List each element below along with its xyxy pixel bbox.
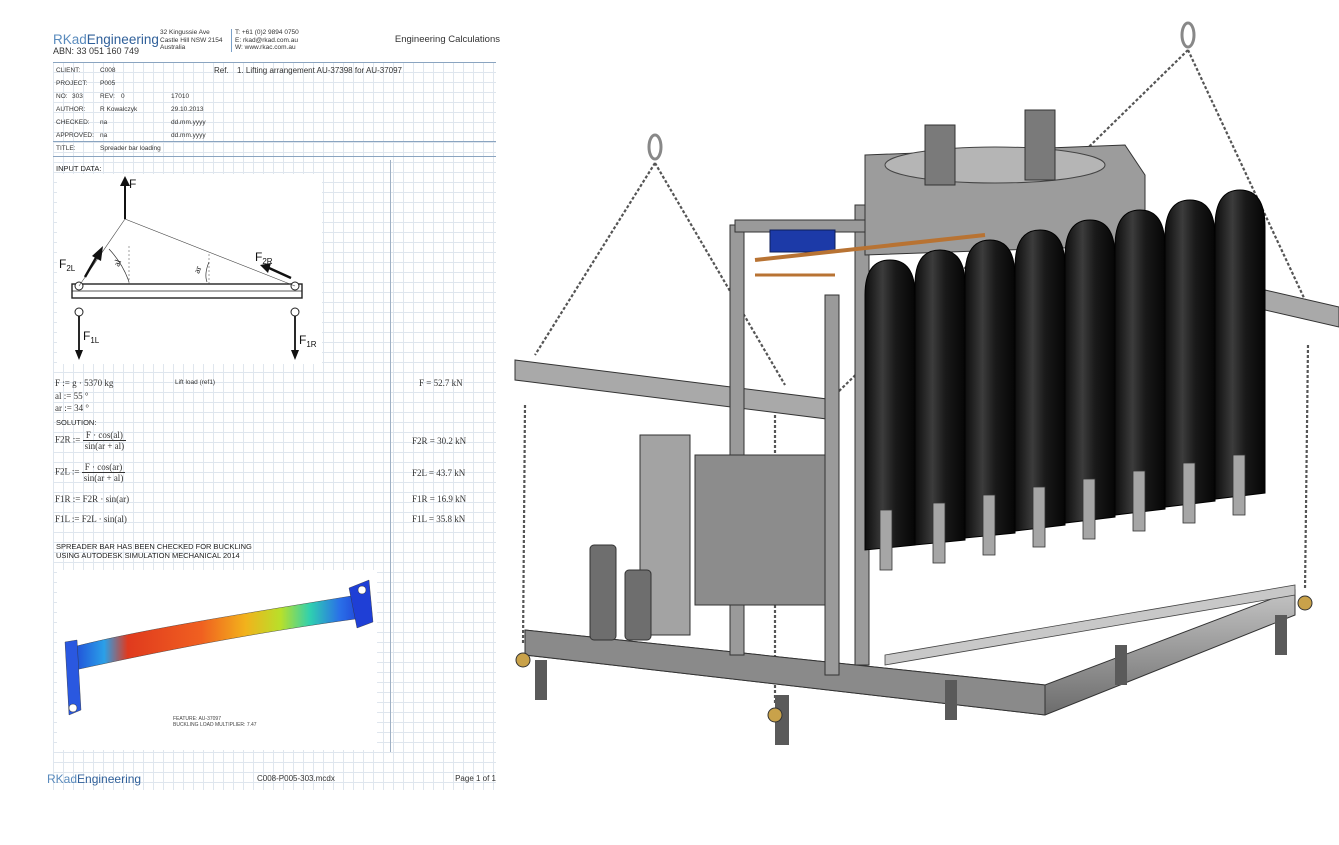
ar-definition: ar := 34 °	[55, 403, 89, 413]
equation-fraction: F · cos(ar) sin(ar + al)	[81, 462, 126, 483]
rev-label: REV:	[100, 93, 115, 100]
author-date: 29.10.2013	[171, 106, 204, 113]
fraction-denominator: sin(ar + al)	[83, 473, 124, 483]
author-value: R Kowalczyk	[100, 106, 138, 113]
divider	[53, 141, 496, 142]
address-line: Castle Hill NSW 2154	[160, 36, 223, 44]
divider	[53, 62, 496, 63]
fraction-denominator: sin(ar + al)	[84, 441, 125, 451]
approved-label: APPROVED:	[56, 132, 94, 139]
equation-lhs: F2L :=	[55, 466, 80, 477]
company-contact: T: +61 (0)2 9894 0750 E: rkad@rkad.com.a…	[231, 29, 299, 52]
contact-line: W: www.rkac.com.au	[235, 44, 296, 51]
footer-page-number: Page 1 of 1	[455, 774, 496, 783]
tank-module	[589, 434, 826, 641]
footer-logo: RKadEngineering	[47, 772, 141, 786]
title-label: TITLE:	[56, 145, 76, 152]
approved-date: dd.mm.yyyy	[171, 132, 206, 139]
rev-date: 17010	[171, 93, 190, 100]
fea-caption-line: BUCKLING LOAD MULTIPLIER: 7.47	[173, 722, 257, 728]
checked-value: na	[100, 119, 108, 126]
document-type: Engineering Calculations	[394, 34, 500, 45]
equation-f1r: F1R := F2R · sin(ar)	[55, 494, 130, 504]
label-f: F	[129, 177, 136, 191]
company-address: 32 Kingussie Ave Castle Hill NSW 2154 Au…	[160, 29, 223, 52]
input-data-heading: INPUT DATA:	[56, 164, 102, 173]
project-value: P005	[100, 80, 116, 87]
ref-value: 1. Lifting arrangement AU-37398 for AU-3…	[237, 66, 402, 75]
title-value: Spreader bar loading	[100, 145, 161, 152]
no-label: NO:	[56, 93, 68, 100]
f-definition: F := g · 5370 kg	[55, 378, 113, 388]
solution-heading: SOLUTION:	[56, 418, 97, 427]
result-f2r: F2R = 30.2 kN	[412, 436, 467, 446]
address-line: 32 Kingussie Ave	[160, 29, 210, 36]
equation-f2l: F2L := F · cos(ar) sin(ar + al)	[55, 462, 126, 483]
address-line: Australia	[160, 44, 186, 51]
company-logo: RKadEngineering	[53, 32, 159, 47]
project-label: PROJECT:	[56, 80, 88, 87]
divider	[53, 156, 496, 157]
logo-prefix: RKad	[53, 32, 87, 47]
shackles	[647, 21, 1196, 161]
checked-label: CHECKED:	[56, 119, 90, 126]
client-value: C008	[100, 67, 116, 74]
equation-lhs: F2R :=	[55, 434, 81, 445]
result-f1r: F1R = 16.9 kN	[412, 494, 467, 504]
ref-label: Ref.	[214, 66, 229, 75]
approved-value: na	[100, 132, 108, 139]
author-label: AUTHOR:	[56, 106, 86, 113]
equation-f1l: F1L := F2L · sin(al)	[55, 514, 127, 524]
f-result: F = 52.7 kN	[419, 378, 463, 388]
footer-filename: C008-P005-303.mcdx	[257, 774, 335, 783]
lug-hole	[68, 703, 78, 713]
fea-caption: FEATURE: AU-37097 BUCKLING LOAD MULTIPLI…	[173, 716, 257, 728]
footer-logo-prefix: RKad	[47, 772, 78, 786]
fraction-numerator: F · cos(al)	[82, 430, 127, 441]
no-value: 303	[72, 93, 83, 100]
rev-value: 0	[121, 93, 125, 100]
note-line: SPREADER BAR HAS BEEN CHECKED FOR BUCKLI…	[56, 542, 252, 551]
fraction-numerator: F · cos(ar)	[81, 462, 126, 473]
column-divider	[390, 160, 391, 752]
result-f1l: F1L = 35.8 kN	[412, 514, 466, 524]
footer-logo-suffix: Engineering	[77, 772, 142, 786]
f-comment: Lift load (ref1)	[175, 379, 216, 386]
force-diagram: F F2L F2R F1L F1R al ar	[57, 174, 322, 364]
calculation-sheet: RKadEngineering ABN: 33 051 160 749 32 K…	[47, 22, 502, 794]
client-label: CLIENT:	[56, 67, 81, 74]
note-line: USING AUTODESK SIMULATION MECHANICAL 201…	[56, 551, 240, 560]
contact-line: E: rkad@rkad.com.au	[235, 36, 298, 44]
equation-f2r: F2R := F · cos(al) sin(ar + al)	[55, 430, 127, 451]
buckling-note: SPREADER BAR HAS BEEN CHECKED FOR BUCKLI…	[56, 542, 252, 560]
lifting-assembly-render	[514, 21, 1339, 745]
contact-line: T: +61 (0)2 9894 0750	[235, 29, 299, 36]
equation-fraction: F · cos(al) sin(ar + al)	[82, 430, 127, 451]
al-definition: al := 55 °	[55, 391, 89, 401]
logo-suffix: Engineering	[86, 32, 159, 47]
lug-hole	[357, 585, 367, 595]
result-f2l: F2L = 43.7 kN	[412, 468, 466, 478]
f-definition-text: F := g · 5370 kg	[55, 378, 114, 388]
abn-text: ABN: 33 051 160 749	[53, 46, 140, 56]
checked-date: dd.mm.yyyy	[171, 119, 206, 126]
